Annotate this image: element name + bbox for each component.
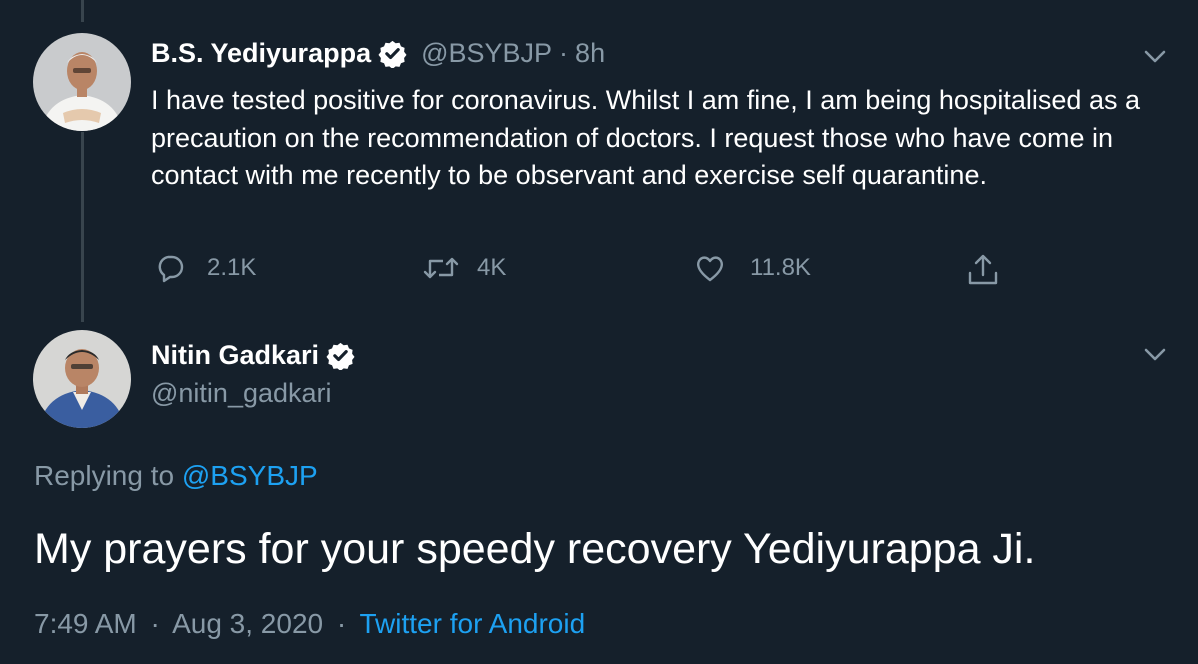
replying-to: Replying to @BSYBJP xyxy=(34,460,318,492)
like-count: 11.8K xyxy=(750,254,811,281)
author-handle[interactable]: @nitin_gadkari xyxy=(151,378,332,409)
source-link[interactable]: Twitter for Android xyxy=(360,608,586,639)
tweet-text: I have tested positive for coronavirus. … xyxy=(151,85,1140,190)
reply-icon xyxy=(155,253,185,283)
footer-separator: · xyxy=(150,608,160,639)
tweet-date[interactable]: Aug 3, 2020 xyxy=(172,608,323,639)
reply-count: 2.1K xyxy=(207,254,257,281)
verified-badge-icon xyxy=(378,39,407,69)
chevron-down-icon[interactable] xyxy=(1141,340,1169,368)
avatar-gadkari[interactable] xyxy=(33,330,131,428)
reply-text: My prayers for your speedy recovery Yedi… xyxy=(34,525,1036,573)
chevron-down-icon[interactable] xyxy=(1141,42,1169,70)
like-button[interactable]: 11.8K xyxy=(694,253,811,283)
thread-line-connector xyxy=(81,132,84,322)
footer-separator: · xyxy=(336,608,347,639)
author-name[interactable]: B.S. Yediyurappa xyxy=(151,38,371,69)
retweet-count: 4K xyxy=(477,254,507,281)
author-handle[interactable]: @BSYBJP xyxy=(421,38,552,69)
reply-tweet-header: Nitin Gadkari xyxy=(151,340,355,371)
original-tweet-header: B.S. Yediyurappa @BSYBJP · 8h xyxy=(151,38,605,69)
tweet-time[interactable]: 8h xyxy=(575,38,605,69)
share-icon xyxy=(966,253,1000,287)
heart-icon xyxy=(694,253,726,283)
share-button[interactable] xyxy=(966,253,1000,287)
reply-button[interactable]: 2.1K xyxy=(155,253,256,283)
author-name[interactable]: Nitin Gadkari xyxy=(151,340,319,371)
verified-badge-icon xyxy=(326,341,355,371)
retweet-icon xyxy=(423,253,459,283)
replying-to-handle-link[interactable]: @BSYBJP xyxy=(182,460,318,491)
meta-separator: · xyxy=(559,38,569,68)
replying-to-label: Replying to xyxy=(34,460,175,491)
tweet-time[interactable]: 7:49 AM xyxy=(34,608,137,639)
avatar-yediyurappa[interactable] xyxy=(33,33,131,131)
thread-line-top xyxy=(81,0,84,22)
retweet-button[interactable]: 4K xyxy=(423,253,506,283)
tweet-footer: 7:49 AM · Aug 3, 2020 · Twitter for Andr… xyxy=(34,608,585,640)
